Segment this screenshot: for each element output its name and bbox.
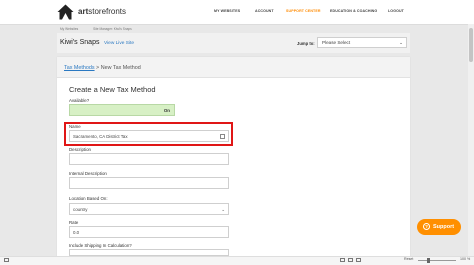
shipping-label: Include Shipping In Calculation? xyxy=(69,243,132,248)
breadcrumb-site-manager[interactable]: Site Manager: Kiwi's Snaps xyxy=(93,27,132,31)
name-label: Name xyxy=(69,124,81,129)
available-toggle-state: On xyxy=(163,108,170,113)
zoom-slider[interactable] xyxy=(418,260,456,261)
help-icon: ? xyxy=(423,223,430,230)
zoom-percentage: 100 % xyxy=(460,257,471,261)
available-label: Available? xyxy=(69,98,90,103)
shipping-select[interactable] xyxy=(69,249,229,256)
name-input[interactable]: Sacramento, CA District Tax xyxy=(69,130,229,142)
name-input-value: Sacramento, CA District Tax xyxy=(73,134,128,139)
jump-to-value: Please Select xyxy=(322,40,351,45)
zoom-reset-button[interactable]: Reset xyxy=(404,257,413,261)
current-page-label: New Tax Method xyxy=(100,65,141,71)
internal-description-label: Internal Description xyxy=(69,171,107,176)
available-toggle[interactable]: On xyxy=(69,104,175,116)
support-button[interactable]: ? Support xyxy=(417,219,461,235)
location-label: Location Based On: xyxy=(69,196,108,201)
scroll-view-icon[interactable] xyxy=(356,258,361,262)
zoom-slider-handle[interactable] xyxy=(427,258,430,263)
jump-to-select[interactable]: Please Select ⌄ xyxy=(317,37,407,48)
support-button-label: Support xyxy=(433,224,455,230)
rate-input-value: 0.0 xyxy=(73,230,80,235)
chevron-down-icon: ⌄ xyxy=(221,207,225,212)
chevron-down-icon: ⌄ xyxy=(399,40,403,45)
scrollbar-thumb[interactable] xyxy=(469,28,473,62)
nav-account[interactable]: ACCOUNT xyxy=(255,9,274,13)
location-select-value: country xyxy=(73,207,88,212)
tax-methods-link[interactable]: Tax Methods xyxy=(64,65,95,71)
description-label: Description xyxy=(69,147,91,152)
page-icon[interactable] xyxy=(4,258,9,262)
jump-to-label: Jump to: xyxy=(297,41,315,46)
section-breadcrumb: Tax Methods > New Tax Method xyxy=(64,65,141,71)
single-page-view-icon[interactable] xyxy=(340,258,345,262)
rate-label: Rate xyxy=(69,220,79,225)
logo-icon[interactable] xyxy=(57,4,74,20)
internal-description-input[interactable] xyxy=(69,177,229,189)
form-title: Create a New Tax Method xyxy=(69,85,156,94)
nav-support-center[interactable]: SUPPORT CENTER xyxy=(286,9,321,13)
keyboard-icon xyxy=(220,134,225,139)
double-page-view-icon[interactable] xyxy=(348,258,353,262)
description-input[interactable] xyxy=(69,153,229,165)
location-select[interactable]: country ⌄ xyxy=(69,203,229,215)
view-live-site-link[interactable]: View Live Site xyxy=(104,41,134,46)
brand-name[interactable]: artstorefronts xyxy=(78,7,126,17)
nav-education-coaching[interactable]: EDUCATION & COACHING xyxy=(330,9,377,13)
nav-my-websites[interactable]: MY WEBSITES xyxy=(214,9,240,13)
nav-logout[interactable]: LOGOUT xyxy=(388,9,404,13)
page-title: Kiwi's Snaps xyxy=(60,39,100,46)
breadcrumb-my-websites[interactable]: My Websites xyxy=(60,27,78,31)
breadcrumb: My Websites Site Manager: Kiwi's Snaps xyxy=(60,27,146,31)
rate-input[interactable]: 0.0 xyxy=(69,226,229,238)
